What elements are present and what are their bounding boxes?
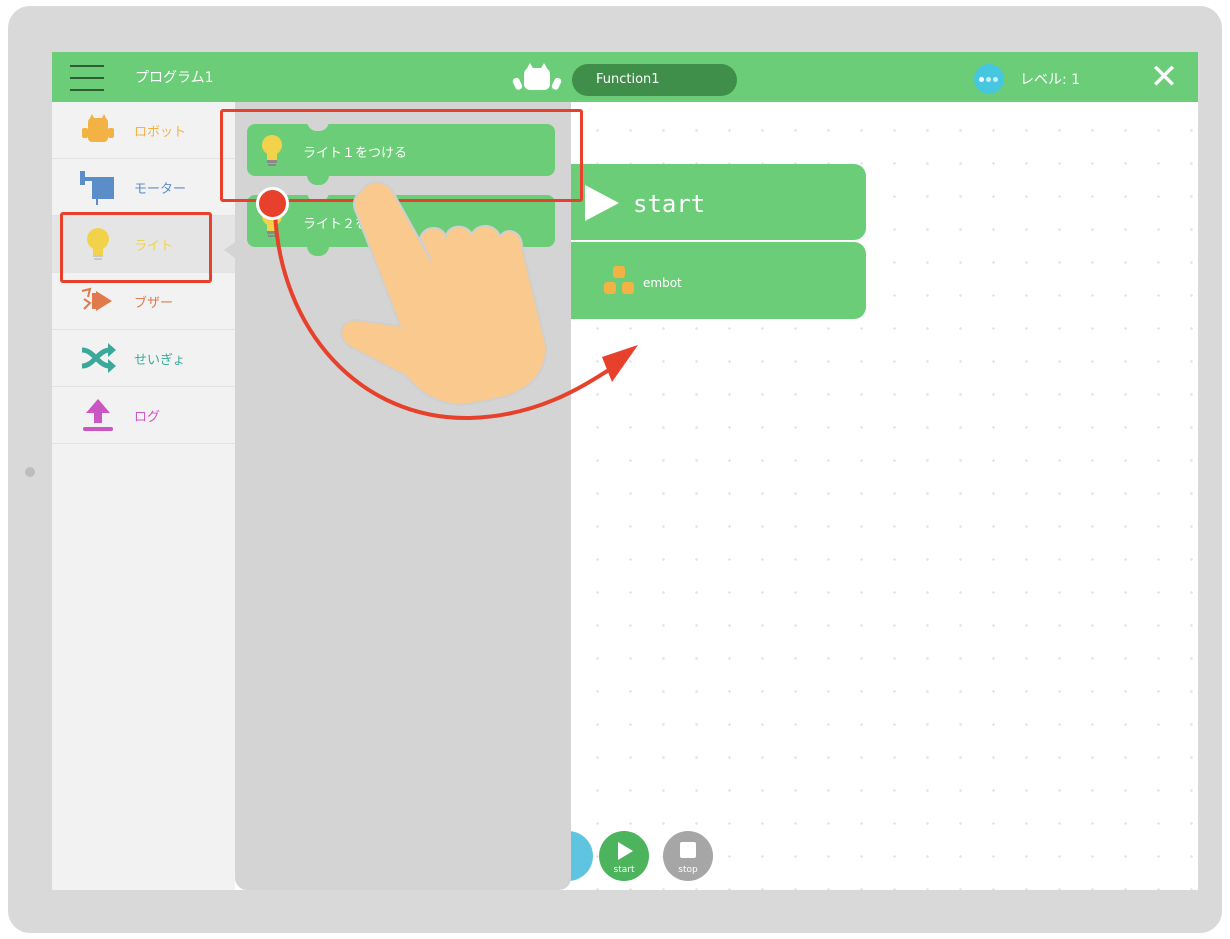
- category-label: ログ: [134, 410, 161, 425]
- buzzer-icon: [81, 287, 112, 311]
- upload-icon: [83, 399, 113, 431]
- palette-block-light1-on[interactable]: ライト１をつける: [247, 117, 555, 185]
- block-notch: [307, 117, 329, 131]
- block-label: ライト１をつける: [303, 146, 408, 161]
- block-label: ライト２をつける: [303, 217, 408, 232]
- category-control[interactable]: せいぎょ: [52, 330, 235, 387]
- light-bulb-icon: [87, 228, 109, 260]
- block-notch: [307, 188, 329, 202]
- run-start-button[interactable]: start: [599, 831, 649, 881]
- start-button-label: start: [613, 865, 635, 875]
- category-label: モーター: [134, 182, 187, 197]
- function-name-tab[interactable]: Function1: [572, 64, 737, 96]
- category-motor[interactable]: モーター: [52, 159, 235, 216]
- embot-block-label: embot: [643, 276, 682, 290]
- category-buzzer[interactable]: ブザー: [52, 273, 235, 330]
- embot-robot-icon: [512, 63, 562, 90]
- play-icon: [618, 842, 633, 860]
- shuffle-icon: [81, 343, 116, 373]
- category-label: ブザー: [134, 296, 174, 311]
- run-stop-button[interactable]: stop: [663, 831, 713, 881]
- embot-block[interactable]: embot: [571, 242, 866, 319]
- light-bulb-icon: [262, 206, 282, 237]
- category-sidebar: ロボット モーター ライト ブザー せいぎょ ログ: [52, 102, 235, 890]
- tablet-camera-dot: [25, 467, 35, 477]
- stop-button-label: stop: [678, 865, 698, 875]
- stop-icon: [680, 842, 696, 858]
- palette-pointer: [224, 242, 235, 258]
- program-title[interactable]: プログラム1: [135, 67, 214, 87]
- level-label[interactable]: レベル: 1: [1020, 69, 1080, 89]
- block-connector: [307, 242, 329, 256]
- start-block-label: start: [633, 190, 706, 218]
- robot-icon: [82, 114, 114, 142]
- program-workspace[interactable]: start embot: [571, 102, 1198, 890]
- header-bar: プログラム1 Function1 レベル: 1 ✕: [52, 52, 1198, 102]
- category-label: せいぎょ: [134, 353, 186, 368]
- category-label: ライト: [134, 239, 174, 254]
- block-connector: [307, 171, 329, 185]
- play-icon: [585, 185, 619, 221]
- block-palette: ライト１をつける ライト２をつける: [235, 102, 571, 890]
- start-block[interactable]: start: [571, 164, 866, 240]
- light-bulb-icon: [262, 135, 282, 166]
- level-icon[interactable]: [974, 64, 1004, 94]
- category-robot[interactable]: ロボット: [52, 102, 235, 159]
- palette-block-light2-on[interactable]: ライト２をつける: [247, 188, 555, 256]
- category-log[interactable]: ログ: [52, 387, 235, 444]
- embot-group-icon: [604, 266, 634, 294]
- hamburger-menu-button[interactable]: [70, 64, 104, 92]
- category-label: ロボット: [134, 125, 187, 140]
- app-screen: プログラム1 Function1 レベル: 1 ✕ ロボット モーター ライト …: [52, 52, 1198, 890]
- close-button[interactable]: ✕: [1147, 60, 1181, 94]
- motor-icon: [80, 171, 114, 205]
- category-light[interactable]: ライト: [52, 216, 235, 273]
